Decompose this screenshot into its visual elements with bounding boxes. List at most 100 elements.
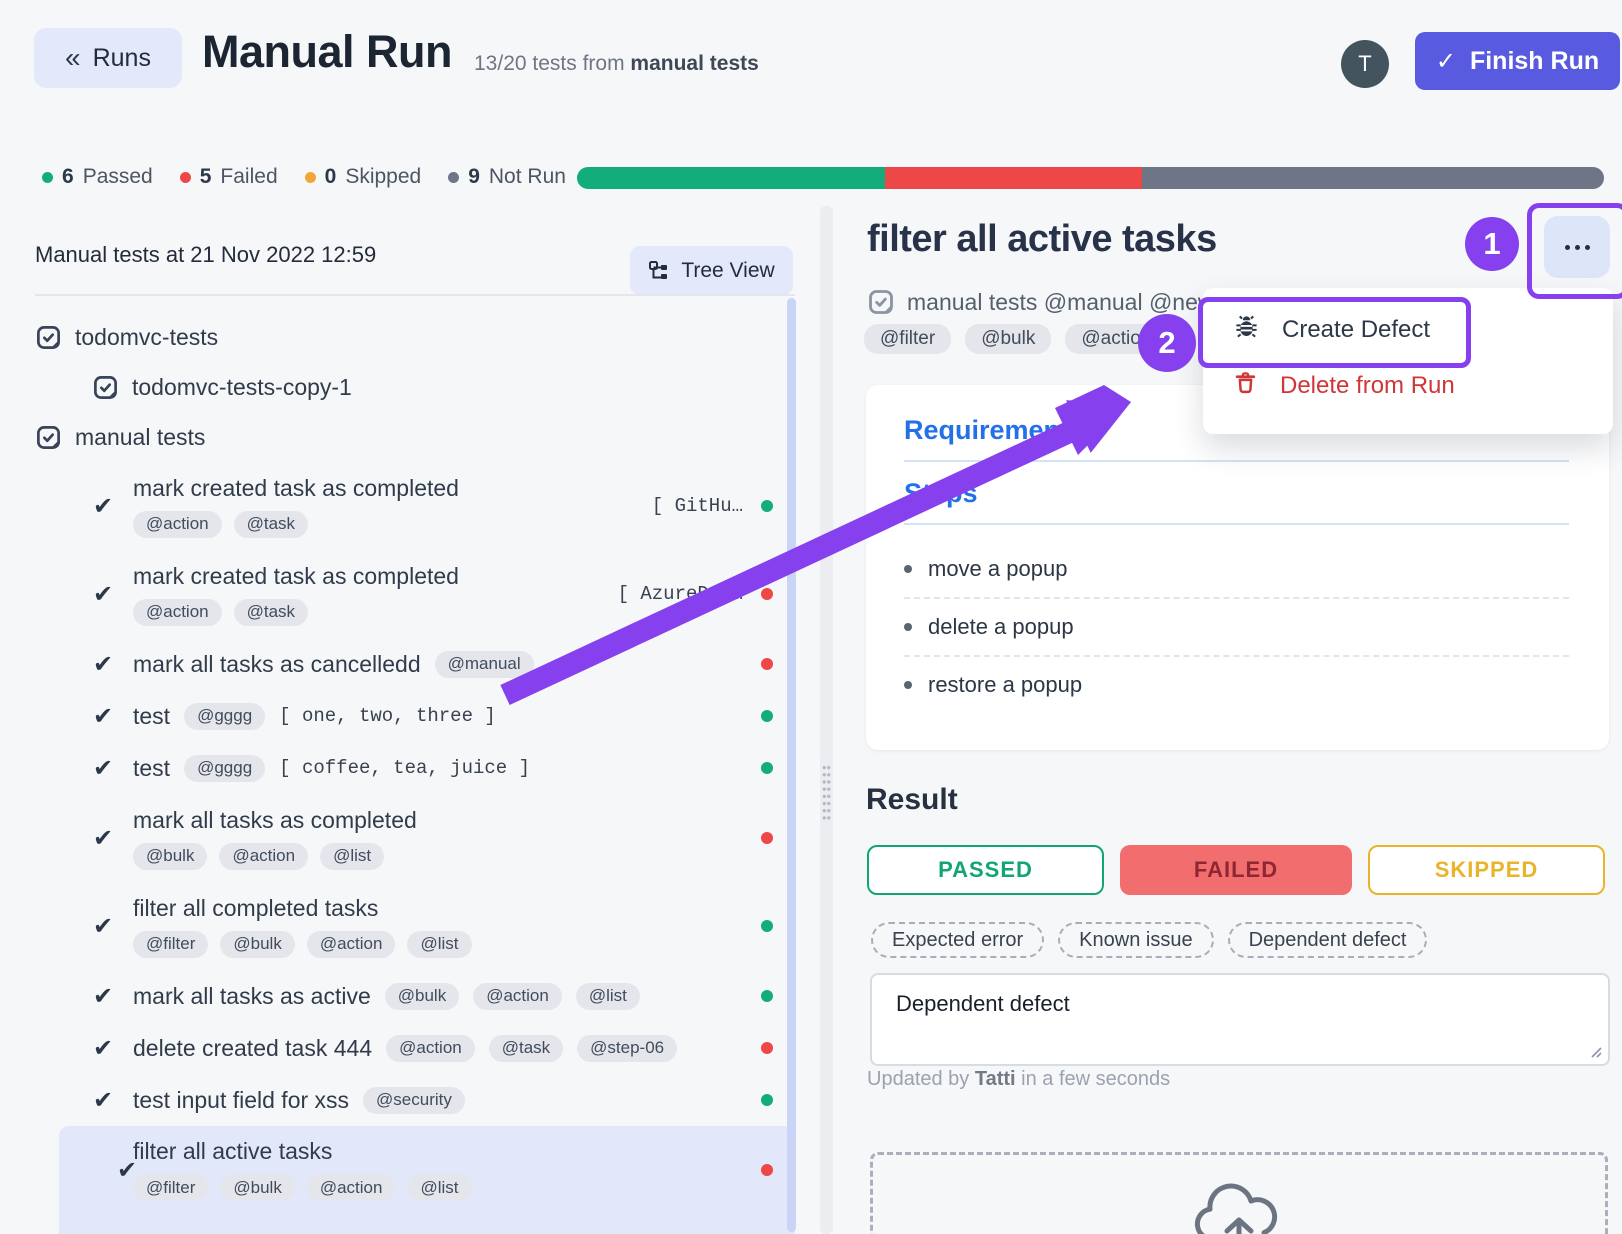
tree-view-button[interactable]: Tree View	[630, 246, 793, 295]
annotation-step-1-badge: 1	[1465, 217, 1519, 271]
step-item: move a popup	[904, 541, 1569, 597]
test-title: mark all tasks as cancelledd	[133, 651, 421, 678]
tag-chip: @action	[473, 983, 562, 1010]
test-row-body: filter all active tasks@filter@bulk@acti…	[59, 1126, 795, 1234]
suite-row[interactable]: todomvc-tests-copy-1	[35, 362, 795, 412]
test-row-body: mark all tasks as active@bulk@action@lis…	[35, 970, 795, 1022]
test-row[interactable]: ✔mark all tasks as completed@bulk@action…	[35, 794, 795, 882]
test-row[interactable]: ✔ mark all tasks as active@bulk@action@li…	[35, 970, 795, 1022]
test-definition-card: Requirements Steps move a popupdelete a …	[866, 385, 1609, 750]
skipped-button[interactable]: SKIPPED	[1368, 845, 1605, 895]
tag-chip: @filter	[133, 1174, 208, 1201]
tag-chip: @list	[407, 1174, 471, 1201]
test-row[interactable]: ✔ test input field for xss@security	[35, 1074, 795, 1126]
passed-button[interactable]: PASSED	[867, 845, 1104, 895]
tests-summary: 13/20 tests from manual tests	[474, 52, 759, 76]
back-to-runs-label: Runs	[93, 44, 151, 73]
tag-chip: @filter	[133, 931, 208, 958]
test-row[interactable]: ✔delete created task 444@action@task@ste…	[35, 1022, 795, 1074]
check-icon: ✔	[93, 754, 113, 782]
divider	[904, 523, 1569, 525]
tag-chip: @step-06	[577, 1035, 677, 1062]
panel-splitter[interactable]	[820, 206, 833, 1234]
result-comment-textarea[interactable]: Dependent defect	[870, 973, 1610, 1066]
test-title: test	[133, 755, 170, 782]
tag-chip: @bulk	[133, 843, 207, 870]
page-title: Manual Run	[202, 26, 452, 78]
test-tags: @filter@bulk@action@list	[133, 931, 795, 958]
test-row-line: test input field for xss@security	[133, 1087, 795, 1114]
test-row-body: test@gggg[ one, two, three ]	[35, 690, 795, 742]
tag-chip: @task	[234, 511, 308, 538]
status-dot-passed	[761, 920, 773, 932]
attachment-dropzone[interactable]	[870, 1152, 1608, 1234]
tag-chip: @filter	[864, 324, 951, 354]
result-heading: Result	[866, 783, 958, 817]
test-parameter: [ coffee, tea, juice ]	[279, 757, 530, 779]
run-progress-bar	[577, 167, 1604, 189]
context-menu: Create DefectDelete from Run	[1203, 288, 1613, 434]
suite-row[interactable]: manual tests	[35, 412, 795, 462]
test-title: mark all tasks as active	[133, 983, 371, 1010]
test-row-line: delete created task 444@action@task@step…	[133, 1035, 795, 1062]
result-option-chips: Expected error Known issue Dependent defec…	[871, 922, 1427, 958]
test-parameter: [ one, two, three ]	[279, 705, 496, 727]
tag-chip: @bulk	[220, 1174, 294, 1201]
resize-handle-icon[interactable]	[1588, 1044, 1602, 1058]
run-stats: 6Passed5Failed0Skipped9Not Run	[42, 158, 566, 196]
check-icon: ✓	[1436, 47, 1456, 76]
chevron-left-icon: «	[65, 44, 81, 72]
test-row[interactable]: ✔mark created task as completed@action@t…	[35, 550, 795, 638]
status-dot-icon	[180, 172, 191, 183]
splitter-grip-handle[interactable]	[822, 764, 831, 822]
test-row[interactable]: ✔mark created task as completed@action@t…	[35, 462, 795, 550]
failed-button[interactable]: FAILED	[1120, 845, 1352, 895]
tag-chip: @list	[407, 931, 471, 958]
status-dot-passed	[761, 762, 773, 774]
menu-item-create-defect[interactable]: Create Defect	[1203, 302, 1613, 358]
test-row-body: mark all tasks as completed@bulk@action@…	[35, 794, 795, 882]
avatar[interactable]: T	[1341, 40, 1389, 88]
bullet-icon	[904, 623, 912, 631]
test-row[interactable]: ✔filter all active tasks@filter@bulk@act…	[59, 1126, 795, 1234]
test-title: test input field for xss	[133, 1087, 349, 1114]
menu-item-delete-from-run[interactable]: Delete from Run	[1203, 358, 1613, 414]
more-actions-button[interactable]	[1544, 216, 1610, 278]
test-row-line: mark all tasks as active@bulk@action@lis…	[133, 983, 795, 1010]
divider	[904, 460, 1569, 462]
status-dot-icon	[42, 172, 53, 183]
tag-chip: @action	[133, 511, 222, 538]
test-title: delete created task 444	[133, 1035, 372, 1062]
tag-chip: @action	[219, 843, 308, 870]
test-row[interactable]: ✔test@gggg[ one, two, three ]	[35, 690, 795, 742]
status-dot-passed	[761, 710, 773, 722]
test-row-body: test@gggg[ coffee, tea, juice ]	[35, 742, 795, 794]
test-row[interactable]: ✔test@gggg[ coffee, tea, juice ]	[35, 742, 795, 794]
status-dot-failed	[761, 658, 773, 670]
test-list: todomvc-tests todomvc-tests-copy-1 manua…	[35, 296, 795, 1234]
suite-icon	[35, 324, 62, 351]
status-dot-failed	[761, 588, 773, 600]
suite-icon	[35, 424, 62, 451]
list-scrollbar[interactable]	[787, 298, 796, 1232]
result-option-chip[interactable]: Expected error	[871, 922, 1044, 958]
test-row[interactable]: ✔filter all completed tasks@filter@bulk@…	[35, 882, 795, 970]
test-suite-path: manual tests @manual @new	[867, 288, 1215, 316]
progress-segment-failed	[885, 167, 1142, 189]
finish-run-button[interactable]: ✓ Finish Run	[1415, 32, 1620, 90]
suite-row[interactable]: todomvc-tests	[35, 312, 795, 362]
back-to-runs-button[interactable]: « Runs	[34, 28, 182, 88]
check-icon: ✔	[93, 982, 113, 1010]
steps-link[interactable]: Steps	[904, 478, 1569, 509]
bullet-icon	[904, 681, 912, 689]
bug-icon	[1233, 313, 1260, 340]
test-row[interactable]: ✔mark all tasks as cancelledd@manual	[35, 638, 795, 690]
run-list-title: Manual tests at 21 Nov 2022 12:59	[35, 242, 376, 268]
run-stat: 0Skipped	[305, 165, 422, 189]
test-parameter: [ GitHu…	[652, 495, 743, 517]
test-title: test	[133, 703, 170, 730]
status-dot-passed	[761, 990, 773, 1002]
result-option-chip[interactable]: Known issue	[1058, 922, 1213, 958]
check-icon: ✔	[93, 1086, 113, 1114]
result-option-chip[interactable]: Dependent defect	[1228, 922, 1428, 958]
